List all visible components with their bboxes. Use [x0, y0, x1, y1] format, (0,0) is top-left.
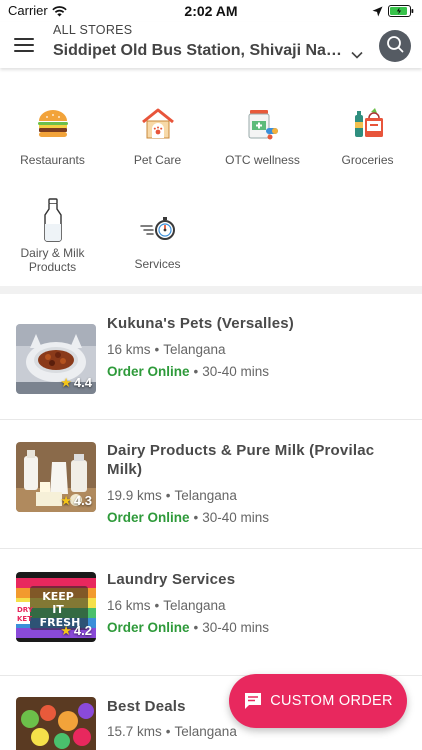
category-label: Pet Care	[133, 153, 182, 167]
star-icon: ★	[60, 375, 72, 390]
grocery-bag-icon	[348, 104, 388, 144]
svg-text:IT: IT	[52, 603, 64, 616]
status-time: 2:02 AM	[184, 3, 238, 19]
stopwatch-icon	[138, 208, 178, 248]
search-icon	[386, 35, 404, 58]
custom-order-button[interactable]: CUSTOM ORDER	[229, 674, 407, 728]
order-line: Order Online • 30-40 mins	[107, 510, 270, 525]
store-card[interactable]: ★ 4.3 Dairy Products & Pure Milk (Provila…	[0, 421, 422, 549]
store-thumbnail	[16, 697, 96, 750]
category-pet-care[interactable]: Pet Care	[105, 104, 210, 167]
order-line: Order Online • 30-40 mins	[107, 364, 270, 379]
delivery-time: 30-40 mins	[202, 364, 270, 379]
store-thumbnail: ★ 4.4	[16, 324, 96, 394]
category-groceries[interactable]: Groceries	[315, 104, 420, 167]
category-otc-wellness[interactable]: OTC wellness	[210, 104, 315, 167]
store-distance: 16 kms	[107, 598, 151, 613]
rating-value: 4.4	[73, 375, 92, 390]
store-thumbnail: ★ 4.3	[16, 442, 96, 512]
delivery-time: 30-40 mins	[202, 510, 270, 525]
app-header: ALL STORES Siddipet Old Bus Station, Shi…	[0, 22, 422, 68]
rating-value: 4.3	[73, 493, 92, 508]
store-meta: 19.9 kms • Telangana	[107, 488, 237, 503]
star-icon: ★	[60, 623, 72, 638]
search-button[interactable]	[379, 30, 411, 62]
chevron-down-icon[interactable]	[351, 46, 363, 64]
medicine-icon	[243, 104, 283, 144]
store-card[interactable]: ★ 4.4 Kukuna's Pets (Versalles) 16 kms • Te…	[0, 294, 422, 420]
rating-badge: ★ 4.2	[60, 623, 92, 639]
store-name: Dairy Products & Pure Milk (Provilac Mil…	[107, 442, 375, 478]
rating-value: 4.2	[73, 623, 92, 638]
location-selector[interactable]: Siddipet Old Bus Station, Shivaji Naga..…	[53, 42, 348, 60]
order-status: Order Online	[107, 620, 190, 635]
star-icon: ★	[60, 493, 72, 508]
category-dairy-milk[interactable]: Dairy & Milk Products	[0, 198, 105, 274]
category-restaurants[interactable]: Restaurants	[0, 104, 105, 167]
store-region: Telangana	[163, 342, 226, 357]
milk-bottle-icon	[33, 198, 73, 242]
burger-icon	[33, 104, 73, 144]
hamburger-menu-icon[interactable]	[14, 38, 34, 52]
category-label: OTC wellness	[225, 153, 300, 167]
rating-badge: ★ 4.3	[60, 493, 92, 509]
category-services[interactable]: Services	[105, 208, 210, 271]
store-region: Telangana	[174, 488, 237, 503]
store-name: Kukuna's Pets (Versalles)	[107, 315, 294, 332]
store-scope-label: ALL STORES	[53, 23, 133, 37]
custom-order-label: CUSTOM ORDER	[270, 693, 393, 709]
svg-text:KET: KET	[17, 615, 32, 623]
battery-icon	[388, 4, 414, 22]
store-thumbnail: KEEP IT FRESH DRY KET ★ 4.2	[16, 572, 96, 642]
store-meta: 16 kms • Telangana	[107, 598, 226, 613]
category-label: Services	[134, 257, 181, 271]
category-grid: Restaurants Pet Care OTC wellness Grocer…	[0, 90, 422, 286]
rating-badge: ★ 4.4	[60, 375, 92, 391]
category-label: Groceries	[341, 153, 394, 167]
order-line: Order Online • 30-40 mins	[107, 620, 270, 635]
store-name: Laundry Services	[107, 571, 236, 588]
pet-house-icon	[138, 104, 178, 144]
order-status: Order Online	[107, 364, 190, 379]
store-distance: 16 kms	[107, 342, 151, 357]
chat-icon	[243, 691, 263, 711]
store-meta: 15.7 kms • Telangana	[107, 724, 237, 739]
svg-text:DRY: DRY	[17, 606, 34, 614]
delivery-time: 30-40 mins	[202, 620, 270, 635]
category-label: Dairy & Milk Products	[20, 246, 85, 274]
status-bar: Carrier 2:02 AM	[0, 0, 422, 22]
store-region: Telangana	[163, 598, 226, 613]
svg-text:KEEP: KEEP	[42, 590, 74, 603]
order-status: Order Online	[107, 510, 190, 525]
store-distance: 15.7 kms	[107, 724, 162, 739]
section-divider	[0, 286, 422, 294]
location-arrow-icon	[372, 4, 383, 22]
category-label: Restaurants	[20, 153, 85, 167]
store-distance: 19.9 kms	[107, 488, 162, 503]
store-region: Telangana	[174, 724, 237, 739]
store-meta: 16 kms • Telangana	[107, 342, 226, 357]
store-card[interactable]: KEEP IT FRESH DRY KET ★ 4.2 Laundry Services …	[0, 550, 422, 676]
